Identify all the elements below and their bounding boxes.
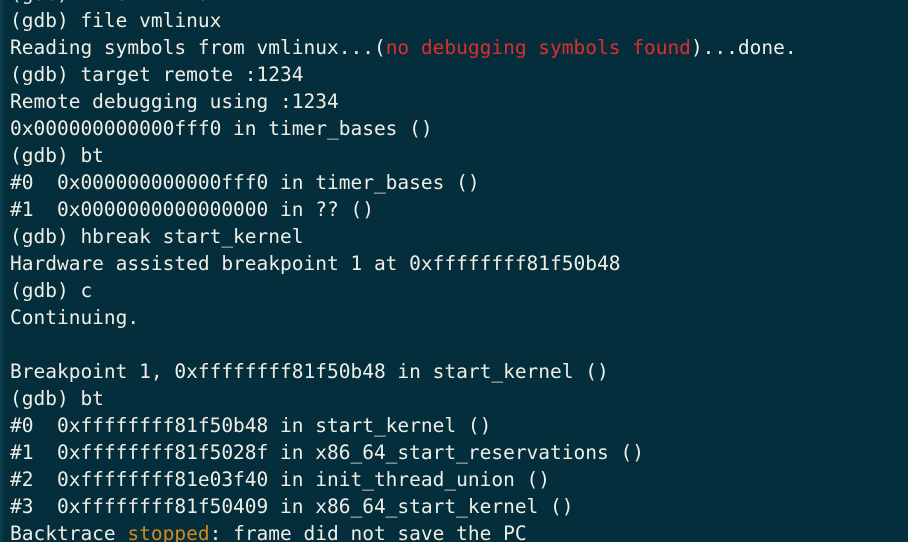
terminal-text-span: (gdb) bt <box>10 144 104 167</box>
terminal-text-span: Backtrace <box>10 522 128 542</box>
terminal-line: #1 0x0000000000000000 in ?? () <box>10 196 797 223</box>
terminal-line: (gdb) bt <box>10 385 797 412</box>
terminal-text-span: )...done. <box>690 36 797 59</box>
terminal-text-span: (gdb) target remote :1234 <box>10 63 304 86</box>
terminal-line: Backtrace stopped: frame did not save th… <box>10 520 797 542</box>
terminal-text-span: #1 0x0000000000000000 in ?? () <box>10 198 374 221</box>
terminal-text-span: #0 0xffffffff81f50b48 in start_kernel () <box>10 414 492 437</box>
gdb-terminal-window[interactable]: (gdb) file vmlinux(gdb) file vmlinuxRead… <box>0 0 908 542</box>
terminal-line: Remote debugging using :1234 <box>10 88 797 115</box>
terminal-text-span: (gdb) bt <box>10 387 104 410</box>
terminal-text-span: Hardware assisted breakpoint 1 at 0xffff… <box>10 252 621 275</box>
terminal-line: #1 0xffffffff81f5028f in x86_64_start_re… <box>10 439 797 466</box>
terminal-text-span: (gdb) hbreak start_kernel <box>10 225 304 248</box>
terminal-line: (gdb) bt <box>10 142 797 169</box>
terminal-line: Reading symbols from vmlinux...(no debug… <box>10 34 797 61</box>
terminal-text-span: : frame did not save the PC <box>209 522 527 542</box>
terminal-text-span: (gdb) c <box>10 279 93 302</box>
terminal-text-span: #2 0xffffffff81e03f40 in init_thread_uni… <box>10 468 551 491</box>
terminal-line: (gdb) hbreak start_kernel <box>10 223 797 250</box>
terminal-text-span: 0x000000000000fff0 in timer_bases () <box>10 117 433 140</box>
terminal-text-span: #3 0xffffffff81f50409 in x86_64_start_ke… <box>10 495 574 518</box>
terminal-line: 0x000000000000fff0 in timer_bases () <box>10 115 797 142</box>
terminal-left-edge <box>0 0 3 542</box>
terminal-line: #2 0xffffffff81e03f40 in init_thread_uni… <box>10 466 797 493</box>
terminal-line: (gdb) target remote :1234 <box>10 61 797 88</box>
terminal-line: #0 0xffffffff81f50b48 in start_kernel () <box>10 412 797 439</box>
terminal-text-span: Continuing. <box>10 306 140 329</box>
terminal-line: #0 0x000000000000fff0 in timer_bases () <box>10 169 797 196</box>
terminal-line: Continuing. <box>10 304 797 331</box>
terminal-text-span: (gdb) file vmlinux <box>10 0 221 5</box>
terminal-text-span: #0 0x000000000000fff0 in timer_bases () <box>10 171 480 194</box>
terminal-text-span: no debugging symbols found <box>385 36 691 59</box>
terminal-text-span: Breakpoint 1, 0xffffffff81f50b48 in star… <box>10 360 609 383</box>
terminal-text-span: (gdb) file vmlinux <box>10 9 222 32</box>
terminal-text-span: Reading symbols from vmlinux...( <box>10 36 386 59</box>
terminal-text-span: Remote debugging using :1234 <box>10 90 339 113</box>
terminal-line: Breakpoint 1, 0xffffffff81f50b48 in star… <box>10 358 797 385</box>
terminal-text-span: #1 0xffffffff81f5028f in x86_64_start_re… <box>10 441 644 464</box>
terminal-line: Hardware assisted breakpoint 1 at 0xffff… <box>10 250 797 277</box>
terminal-text-span: stopped <box>127 522 210 542</box>
terminal-line: #3 0xffffffff81f50409 in x86_64_start_ke… <box>10 493 797 520</box>
terminal-line: (gdb) file vmlinux <box>10 0 797 7</box>
terminal-line: (gdb) file vmlinux <box>10 7 797 34</box>
terminal-output-area[interactable]: (gdb) file vmlinux(gdb) file vmlinuxRead… <box>10 0 797 542</box>
terminal-line: (gdb) c <box>10 277 797 304</box>
